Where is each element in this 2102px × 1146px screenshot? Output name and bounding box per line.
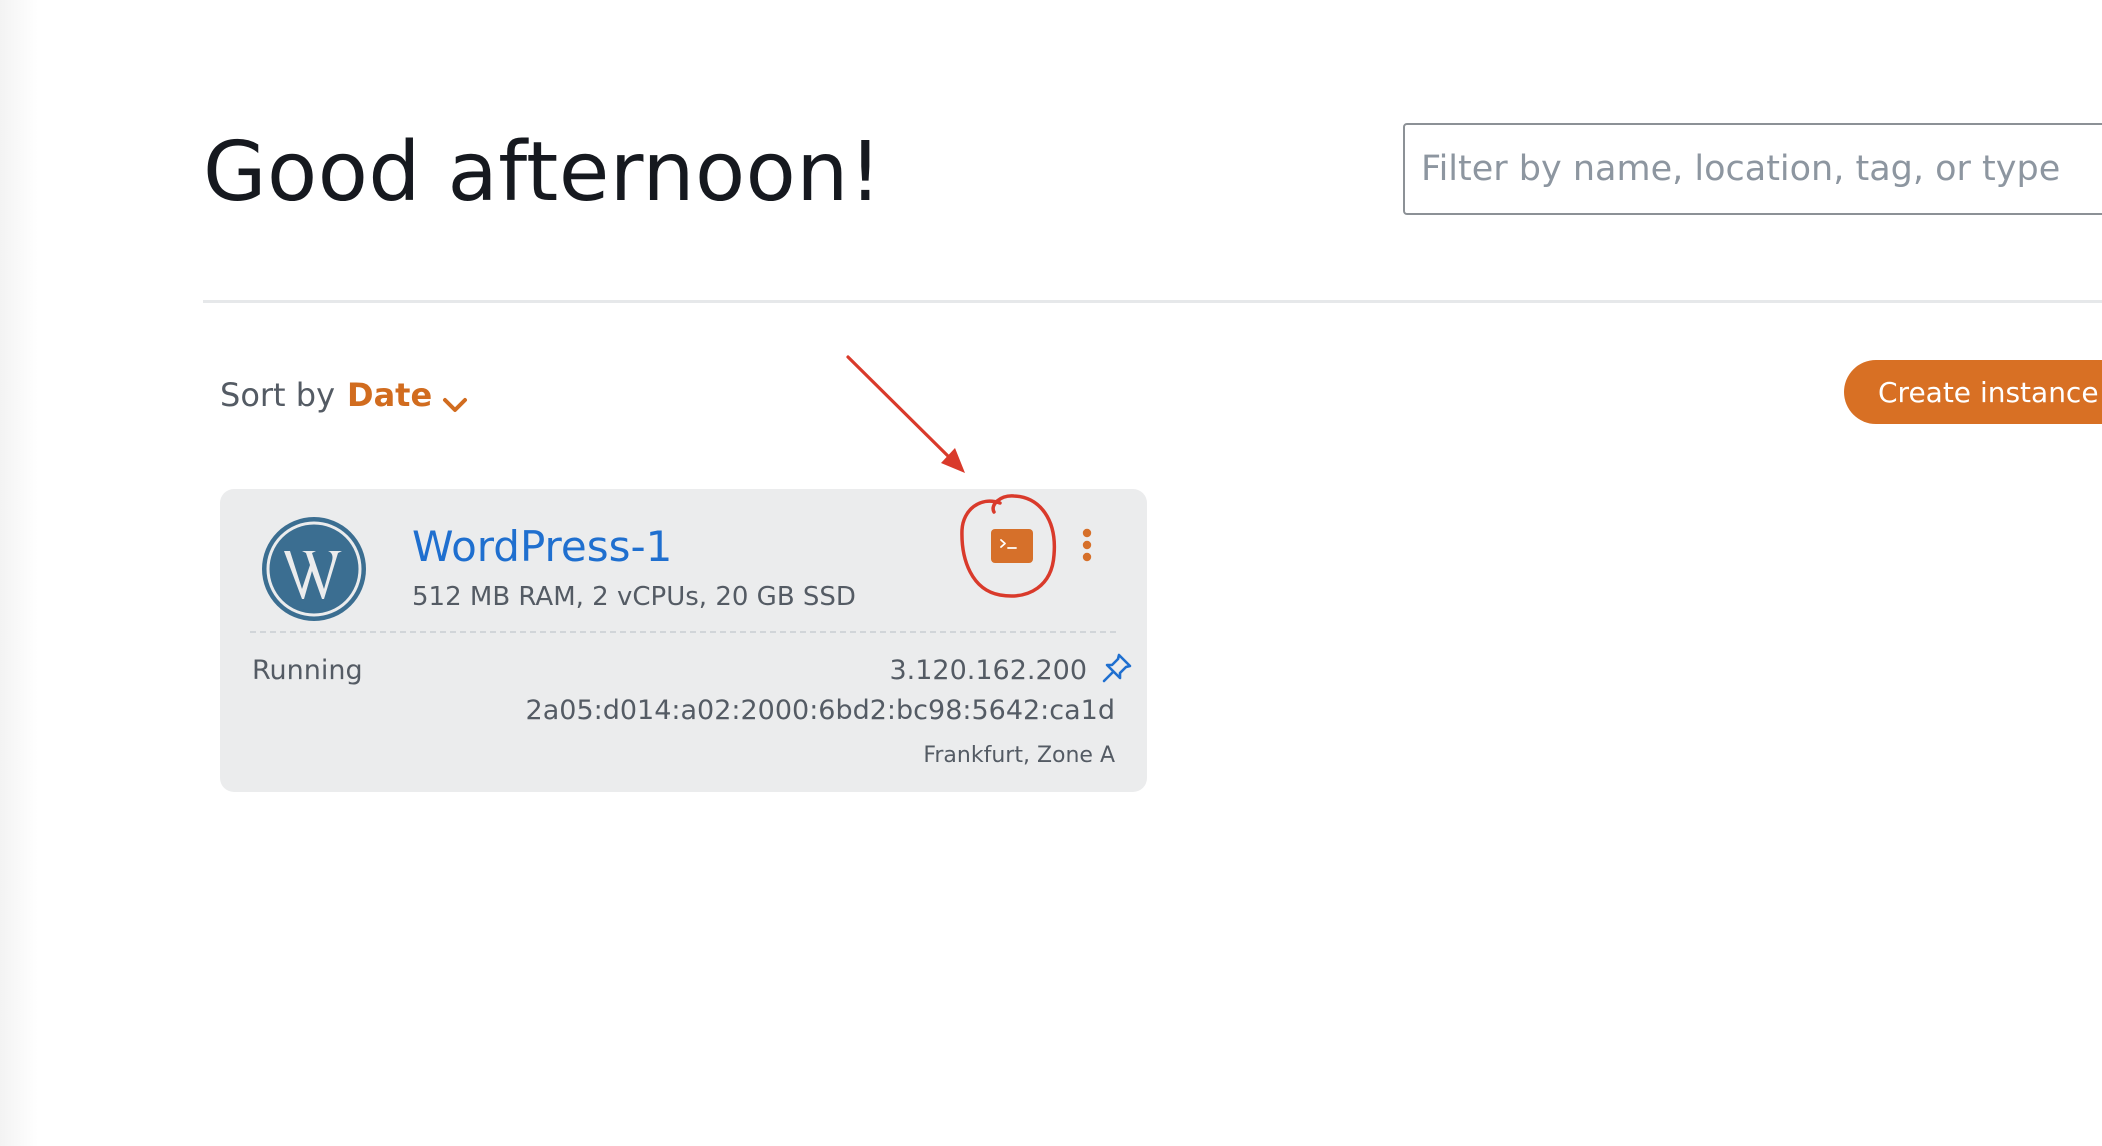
card-divider <box>250 631 1116 633</box>
instance-menu-button[interactable] <box>1076 525 1098 569</box>
annotation-arrow-line <box>846 355 954 462</box>
sort-label: Sort by <box>220 376 336 414</box>
sidebar-edge <box>0 0 38 1146</box>
header-divider <box>203 300 2102 303</box>
chevron-down-icon <box>442 385 468 412</box>
wordpress-logo-icon <box>260 515 368 623</box>
create-instance-button[interactable]: Create instance <box>1844 360 2102 424</box>
status-text: Running <box>252 655 363 686</box>
instance-name-link[interactable]: WordPress-1 <box>412 521 672 573</box>
pin-icon[interactable] <box>1100 651 1134 685</box>
annotation-arrowhead <box>941 448 965 473</box>
page-title: Good afternoon! <box>203 125 883 220</box>
sort-dropdown[interactable]: Date <box>347 376 468 414</box>
instance-card: WordPress-1 512 MB RAM, 2 vCPUs, 20 GB S… <box>220 489 1147 792</box>
public-ipv4: 3.120.162.200 <box>889 655 1087 686</box>
filter-input[interactable] <box>1403 123 2102 215</box>
public-ipv6: 2a05:d014:a02:2000:6bd2:bc98:5642:ca1d <box>525 695 1115 726</box>
sort-value: Date <box>347 376 433 414</box>
instance-location: Frankfurt, Zone A <box>923 743 1115 768</box>
instance-spec: 512 MB RAM, 2 vCPUs, 20 GB SSD <box>412 582 856 612</box>
kebab-menu-icon <box>1082 528 1092 562</box>
connect-ssh-button[interactable] <box>991 529 1033 563</box>
terminal-icon <box>1000 539 1017 549</box>
sort-control: Sort by Date <box>220 370 468 420</box>
